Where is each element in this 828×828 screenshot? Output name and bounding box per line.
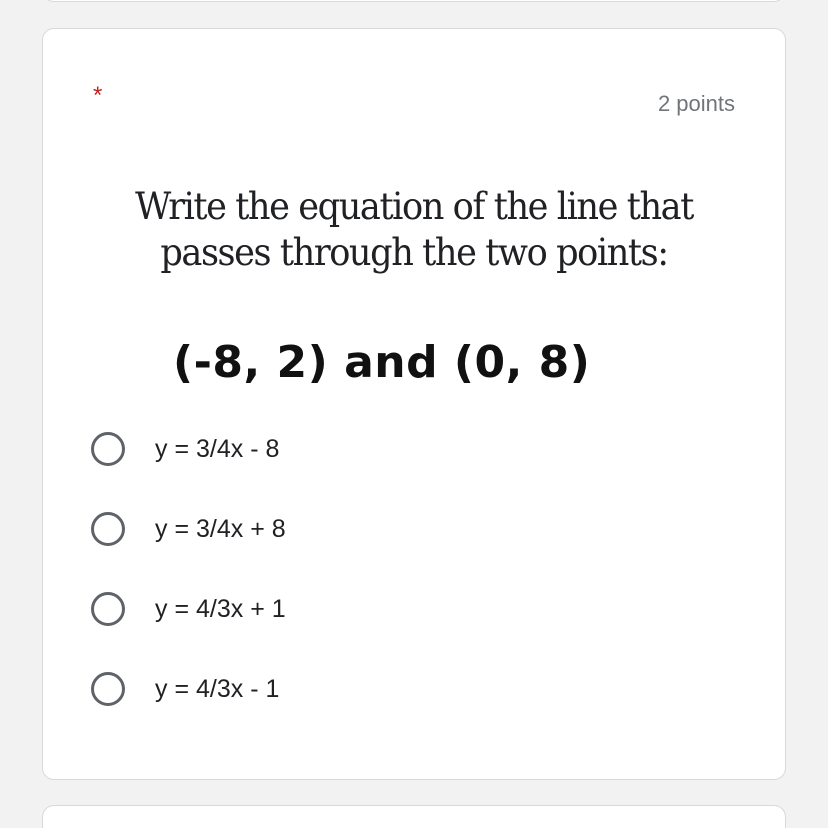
points-label: 2 points — [657, 91, 735, 116]
option-label: y = 3/4x + 8 — [155, 514, 286, 543]
option-label: y = 4/3x - 1 — [155, 674, 280, 703]
option-1[interactable]: y = 3/4x - 8 — [91, 429, 731, 469]
radio-unselected-icon[interactable] — [91, 672, 125, 706]
question-prompt-line-1: Write the equation of the line that — [135, 185, 694, 228]
question-card: * 2 points Write the equation of the lin… — [42, 28, 786, 780]
option-label: y = 4/3x + 1 — [155, 594, 286, 623]
option-4[interactable]: y = 4/3x - 1 — [91, 669, 731, 709]
question-prompt-line-2: passes through the two points: — [160, 231, 669, 274]
question-points-given: (-8, 2) and (0, 8) — [173, 337, 591, 388]
question-image: Write the equation of the line that pass… — [43, 179, 785, 409]
radio-unselected-icon[interactable] — [91, 512, 125, 546]
option-3[interactable]: y = 4/3x + 1 — [91, 589, 731, 629]
radio-unselected-icon[interactable] — [91, 432, 125, 466]
required-asterisk: * — [93, 82, 103, 109]
answer-options: y = 3/4x - 8 y = 3/4x + 8 y = 4/3x + 1 y… — [91, 429, 731, 749]
form-page: * 2 points Write the equation of the lin… — [0, 0, 828, 828]
option-label: y = 3/4x - 8 — [155, 434, 280, 463]
radio-unselected-icon[interactable] — [91, 592, 125, 626]
next-question-card — [42, 805, 786, 828]
previous-question-card — [42, 0, 786, 2]
option-2[interactable]: y = 3/4x + 8 — [91, 509, 731, 549]
